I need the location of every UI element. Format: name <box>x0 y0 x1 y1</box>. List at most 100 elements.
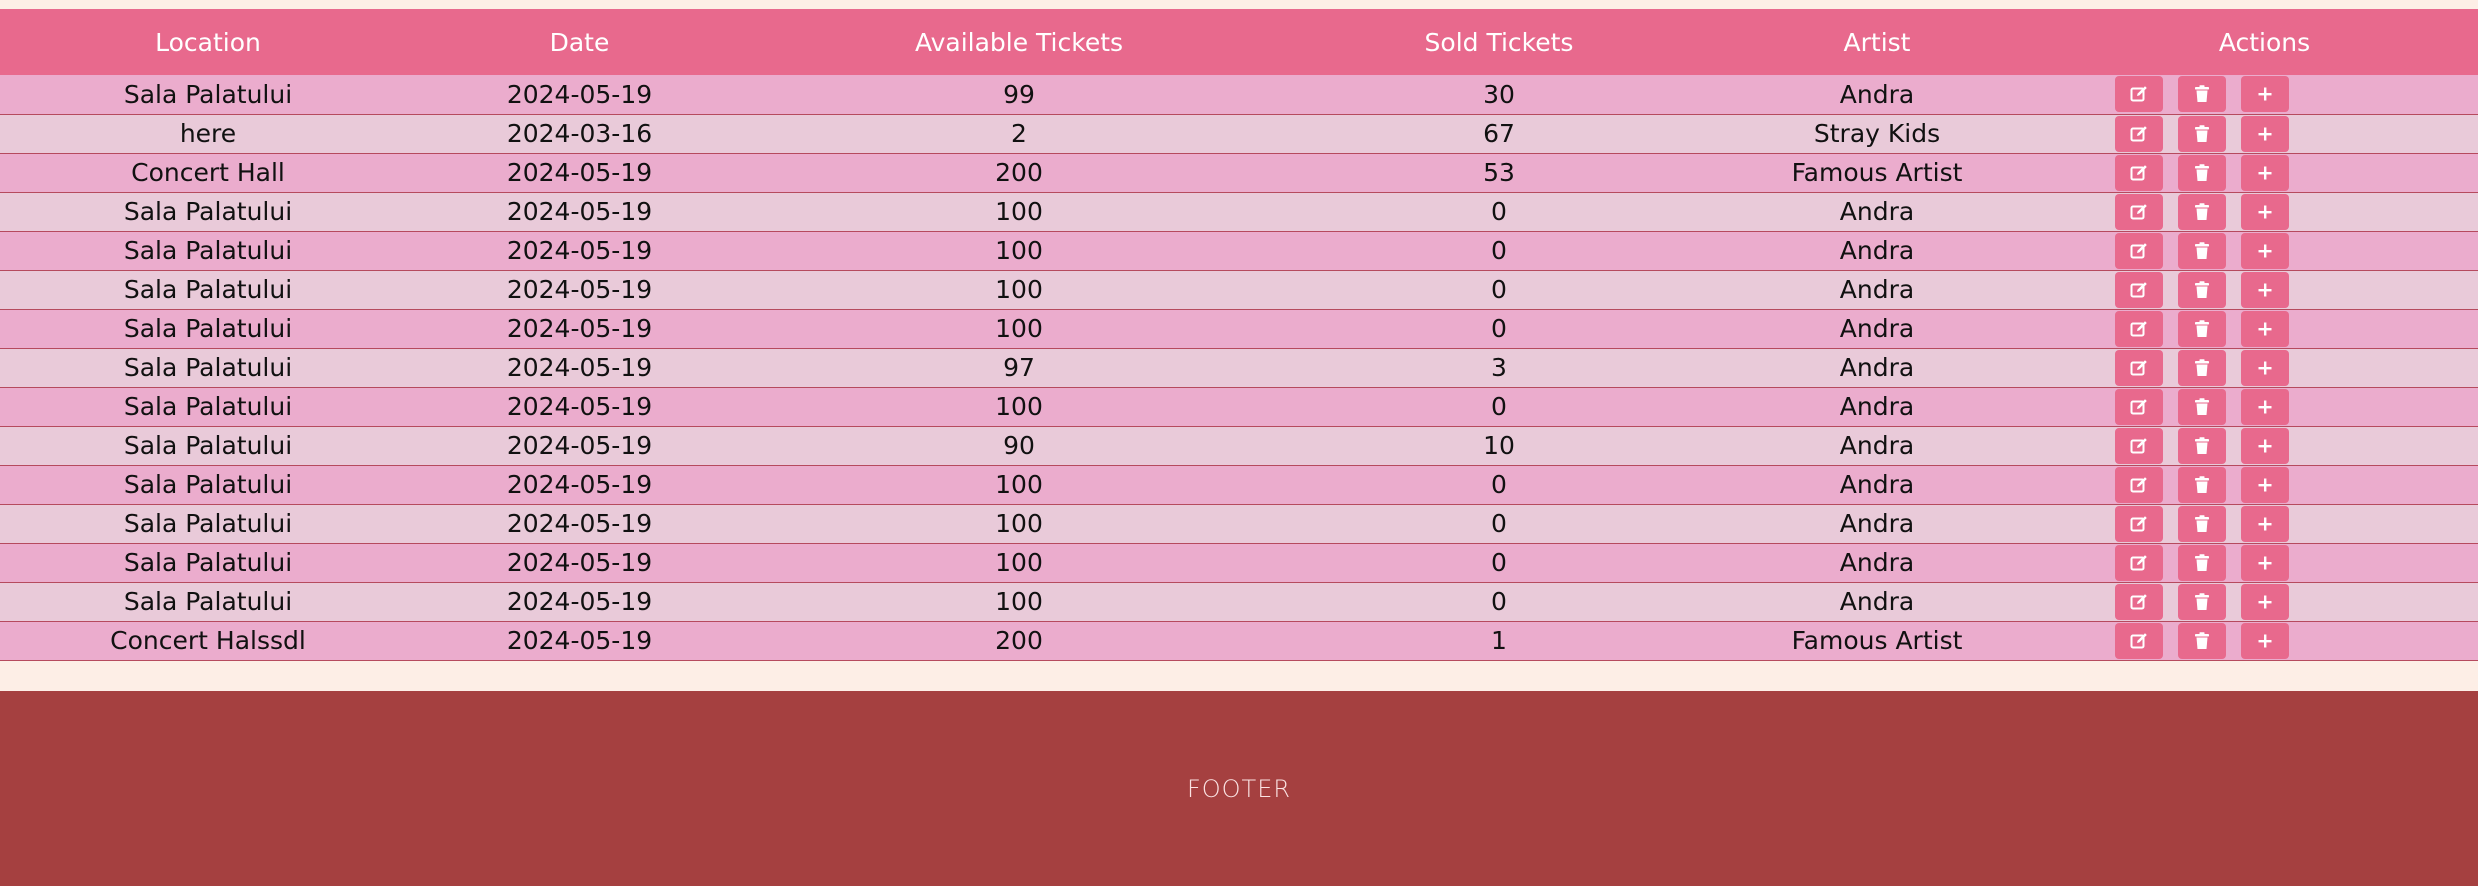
delete-button[interactable] <box>2178 115 2226 152</box>
edit-button[interactable] <box>2115 115 2163 152</box>
edit-icon <box>2129 631 2149 651</box>
cell-available-tickets: 100 <box>995 548 1043 577</box>
plus-icon <box>2255 124 2275 144</box>
cell-location: Concert Hall <box>131 158 285 187</box>
add-button[interactable] <box>2241 271 2289 308</box>
row-action-buttons <box>2051 622 2478 659</box>
cell-sold-tickets: 0 <box>1491 548 1507 577</box>
edit-button[interactable] <box>2115 232 2163 269</box>
add-button[interactable] <box>2241 349 2289 386</box>
column-header-available-tickets: Available Tickets <box>914 27 1124 57</box>
edit-button[interactable] <box>2115 154 2163 191</box>
edit-button[interactable] <box>2115 193 2163 230</box>
edit-button[interactable] <box>2115 505 2163 542</box>
row-action-buttons <box>2051 154 2478 191</box>
cell-artist: Andra <box>1839 548 1915 577</box>
delete-button[interactable] <box>2178 505 2226 542</box>
cell-sold-tickets: 0 <box>1491 509 1507 538</box>
trash-icon <box>2192 319 2212 339</box>
delete-button[interactable] <box>2178 544 2226 581</box>
cell-location: Sala Palatului <box>123 587 293 616</box>
cell-date: 2024-05-19 <box>506 275 653 304</box>
add-button[interactable] <box>2241 310 2289 347</box>
cell-actions <box>2051 348 2478 387</box>
add-button[interactable] <box>2241 466 2289 503</box>
cell-artist: Andra <box>1839 392 1915 421</box>
delete-button[interactable] <box>2178 76 2226 113</box>
add-button[interactable] <box>2241 154 2289 191</box>
delete-button[interactable] <box>2178 466 2226 503</box>
edit-icon <box>2129 84 2149 104</box>
column-header-actions: Actions <box>2218 27 2311 57</box>
add-button[interactable] <box>2241 115 2289 152</box>
cell-date: 2024-03-16 <box>506 119 653 148</box>
edit-button[interactable] <box>2115 388 2163 425</box>
edit-button[interactable] <box>2115 583 2163 620</box>
edit-icon <box>2129 358 2149 378</box>
delete-button[interactable] <box>2178 193 2226 230</box>
cell-date: 2024-05-19 <box>506 548 653 577</box>
delete-button[interactable] <box>2178 271 2226 308</box>
add-button[interactable] <box>2241 505 2289 542</box>
delete-button[interactable] <box>2178 622 2226 659</box>
trash-icon <box>2192 124 2212 144</box>
table-row: Sala Palatului 2024-05-19 100 0 Andra <box>0 582 2478 621</box>
cell-sold-tickets: 67 <box>1483 119 1515 148</box>
edit-button[interactable] <box>2115 622 2163 659</box>
trash-icon <box>2192 592 2212 612</box>
edit-button[interactable] <box>2115 310 2163 347</box>
add-button[interactable] <box>2241 544 2289 581</box>
cell-available-tickets: 90 <box>1003 431 1035 460</box>
cell-available-tickets: 99 <box>1003 79 1035 109</box>
edit-button[interactable] <box>2115 271 2163 308</box>
cell-date: 2024-05-19 <box>506 158 653 187</box>
edit-button[interactable] <box>2115 76 2163 113</box>
plus-icon <box>2255 514 2275 534</box>
cell-available-tickets: 100 <box>995 197 1043 226</box>
trash-icon <box>2192 475 2212 495</box>
add-button[interactable] <box>2241 232 2289 269</box>
cell-actions <box>2051 582 2478 621</box>
plus-icon <box>2255 631 2275 651</box>
table-row: here 2024-03-16 2 67 Stray Kids <box>0 114 2478 153</box>
delete-button[interactable] <box>2178 583 2226 620</box>
add-button[interactable] <box>2241 622 2289 659</box>
edit-button[interactable] <box>2115 466 2163 503</box>
add-button[interactable] <box>2241 427 2289 464</box>
row-action-buttons <box>2051 583 2478 620</box>
row-action-buttons <box>2051 505 2478 542</box>
delete-button[interactable] <box>2178 310 2226 347</box>
cell-location: Sala Palatului <box>123 392 293 421</box>
cell-available-tickets: 200 <box>995 626 1043 655</box>
delete-button[interactable] <box>2178 154 2226 191</box>
delete-button[interactable] <box>2178 349 2226 386</box>
edit-button[interactable] <box>2115 544 2163 581</box>
delete-button[interactable] <box>2178 232 2226 269</box>
footer: FOOTER <box>0 691 2478 886</box>
edit-button[interactable] <box>2115 349 2163 386</box>
cell-location: Sala Palatului <box>123 275 293 304</box>
cell-available-tickets: 100 <box>995 470 1043 499</box>
delete-button[interactable] <box>2178 388 2226 425</box>
edit-button[interactable] <box>2115 427 2163 464</box>
row-action-buttons <box>2051 232 2478 269</box>
cell-artist: Famous Artist <box>1791 626 1963 655</box>
cell-location: Sala Palatului <box>123 431 293 460</box>
row-action-buttons <box>2051 193 2478 230</box>
add-button[interactable] <box>2241 193 2289 230</box>
trash-icon <box>2192 280 2212 300</box>
cell-actions <box>2051 309 2478 348</box>
cell-date: 2024-05-19 <box>506 509 653 538</box>
delete-button[interactable] <box>2178 427 2226 464</box>
concerts-table-container: Location Date Available Tickets Sold Tic… <box>0 9 2478 661</box>
add-button[interactable] <box>2241 76 2289 113</box>
cell-location: Sala Palatului <box>123 314 293 343</box>
trash-icon <box>2192 397 2212 417</box>
table-row: Sala Palatului 2024-05-19 100 0 Andra <box>0 192 2478 231</box>
cell-actions <box>2051 75 2478 114</box>
column-header-location: Location <box>155 27 261 57</box>
plus-icon <box>2255 202 2275 222</box>
add-button[interactable] <box>2241 388 2289 425</box>
add-button[interactable] <box>2241 583 2289 620</box>
cell-actions <box>2051 153 2478 192</box>
